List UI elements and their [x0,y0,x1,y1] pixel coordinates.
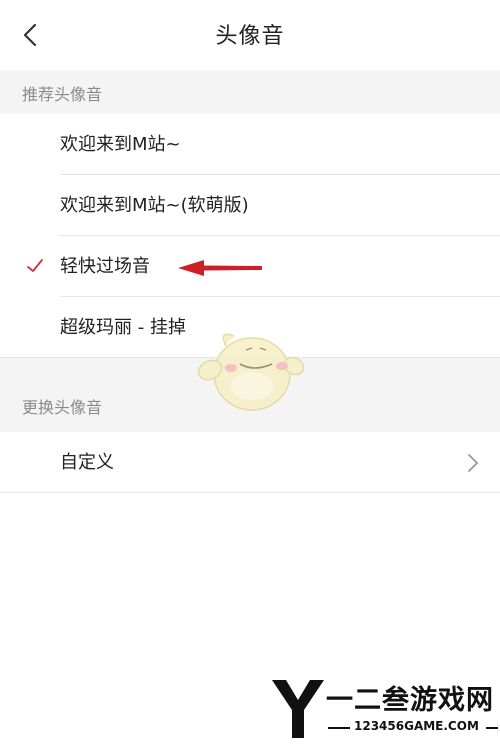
list-item-label: 自定义 [60,452,114,473]
watermark-url: 123456GAME.COM [354,719,479,733]
list-item-label: 欢迎来到M站~ [60,134,181,155]
site-watermark: 一二叁游戏网 123456GAME.COM [270,674,500,744]
list-item-custom[interactable]: 自定义 [0,432,500,493]
mascot-watermark-icon [197,333,305,411]
annotation-arrow-icon [178,260,262,276]
divider [0,492,500,493]
list-item-label: 轻快过场音 [60,256,150,277]
watermark-title: 一二叁游戏网 [326,685,494,716]
list-item-welcome-soft[interactable]: 欢迎来到M站~(软萌版) [0,175,500,236]
list-item-label: 欢迎来到M站~(软萌版) [60,195,249,216]
list-item-welcome[interactable]: 欢迎来到M站~ [0,114,500,175]
watermark-line-left [328,727,350,729]
watermark-line-right [486,727,498,729]
list-item-label: 超级玛丽 - 挂掉 [60,317,186,338]
chevron-right-icon [468,454,478,472]
section-header-recommended: 推荐头像音 [0,70,500,114]
page-title: 头像音 [215,24,285,49]
watermark-y-logo-icon [272,680,324,738]
checkmark-icon [27,259,43,272]
top-app-bar: 头像音 [0,0,500,70]
